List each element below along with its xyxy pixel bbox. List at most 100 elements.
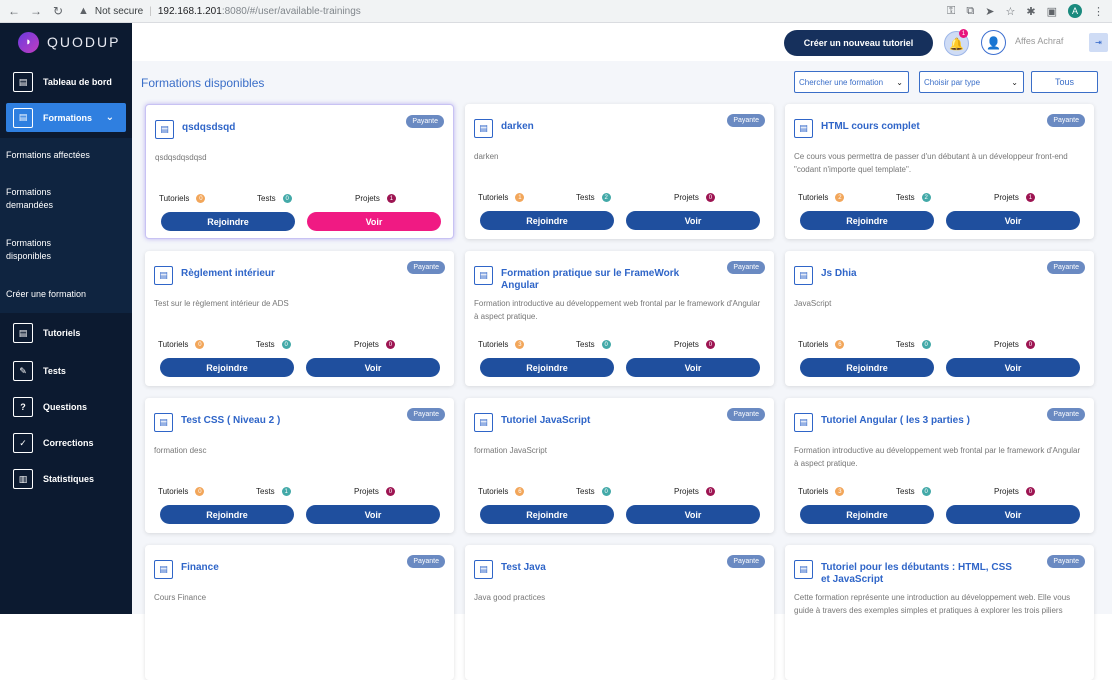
training-card[interactable]: ▤ Finance Payante Cours Finance <box>145 545 454 680</box>
join-button[interactable]: Rejoindre <box>161 212 295 231</box>
training-title[interactable]: HTML cours complet <box>821 121 1021 133</box>
join-button[interactable]: Rejoindre <box>800 358 934 377</box>
join-button[interactable]: Rejoindre <box>800 211 934 230</box>
training-title[interactable]: Test Java <box>501 562 701 574</box>
training-title[interactable]: Finance <box>181 562 381 574</box>
training-title[interactable]: Js Dhia <box>821 268 1021 280</box>
menu-icon[interactable]: ⋮ <box>1093 5 1104 18</box>
tests-stat: Tests 2 <box>576 193 611 202</box>
view-button[interactable]: Voir <box>626 358 760 377</box>
submenu-formations-disponibles[interactable]: Formations disponibles <box>0 225 76 275</box>
training-card[interactable]: ▤ Js Dhia Payante JavaScript Tutoriels 6 … <box>785 251 1094 386</box>
view-button[interactable]: Voir <box>626 211 760 230</box>
join-button[interactable]: Rejoindre <box>480 358 614 377</box>
sidebar-item-dashboard[interactable]: ▤ Tableau de bord <box>0 61 132 103</box>
training-icon: ▤ <box>794 266 813 285</box>
extensions-icon[interactable]: ✱ <box>1026 5 1035 18</box>
sidebar-item-formations[interactable]: ▤ Formations ⌄ <box>6 103 126 132</box>
tutorials-count: 6 <box>835 340 845 349</box>
training-description: formation desc <box>154 446 207 455</box>
view-button[interactable]: Voir <box>307 212 441 231</box>
projects-stat: Projets 1 <box>994 193 1035 202</box>
sidepanel-icon[interactable]: ▣ <box>1047 5 1057 18</box>
training-title[interactable]: Tutoriel pour les débutants : HTML, CSS … <box>821 562 1021 586</box>
sidebar-item-tests[interactable]: ✎ Tests <box>0 353 132 389</box>
reload-icon[interactable]: ↻ <box>52 4 64 18</box>
tests-count: 0 <box>282 194 292 203</box>
sidebar-item-corrections[interactable]: ✓ Corrections <box>0 425 132 461</box>
join-button[interactable]: Rejoindre <box>480 211 614 230</box>
join-button[interactable]: Rejoindre <box>160 358 294 377</box>
projects-stat: Projets 0 <box>674 340 715 349</box>
training-description: Cours Finance <box>154 593 207 602</box>
logo[interactable]: ◗ QUODUP <box>0 23 132 61</box>
join-button[interactable]: Rejoindre <box>480 505 614 524</box>
payante-badge: Payante <box>407 261 445 274</box>
key-icon[interactable]: ⚿ <box>947 5 955 18</box>
type-select[interactable]: Choisir par type ⌄ <box>919 71 1024 93</box>
url-text: 192.168.1.201:8080/#/user/available-trai… <box>157 5 361 17</box>
tests-stat: Tests 2 <box>896 193 931 202</box>
submenu-creer-formation[interactable]: Créer une formation <box>0 275 132 313</box>
profile-avatar[interactable]: A <box>1068 4 1082 18</box>
training-card[interactable]: ▤ Test Java Payante Java good practices <box>465 545 774 680</box>
training-card[interactable]: ▤ Tutoriel pour les débutants : HTML, CS… <box>785 545 1094 680</box>
view-button[interactable]: Voir <box>946 211 1080 230</box>
training-icon: ▤ <box>154 413 173 432</box>
projects-count: 0 <box>1025 340 1035 349</box>
user-name: Affes Achraf <box>1015 36 1064 46</box>
join-button[interactable]: Rejoindre <box>160 505 294 524</box>
view-button[interactable]: Voir <box>946 358 1080 377</box>
training-icon: ▤ <box>474 119 493 138</box>
translate-icon[interactable]: ⧉ <box>966 5 974 18</box>
tutorials-stat: Tutoriels 6 <box>798 340 845 349</box>
join-button[interactable]: Rejoindre <box>800 505 934 524</box>
training-title[interactable]: Test CSS ( Niveau 2 ) <box>181 415 381 427</box>
view-button[interactable]: Voir <box>626 505 760 524</box>
training-title[interactable]: Tutoriel JavaScript <box>501 415 701 427</box>
training-card[interactable]: ▤ HTML cours complet Payante Ce cours vo… <box>785 104 1094 239</box>
logout-button[interactable]: ⇥ <box>1089 33 1108 52</box>
training-card[interactable]: ▤ darken Payante darken Tutoriels 1 Tests… <box>465 104 774 239</box>
training-card[interactable]: ▤ Test CSS ( Niveau 2 ) Payante formatio… <box>145 398 454 533</box>
view-button[interactable]: Voir <box>946 505 1080 524</box>
training-title[interactable]: Formation pratique sur le FrameWork Angu… <box>501 268 701 292</box>
tutorials-stat: Tutoriels 3 <box>798 487 845 496</box>
user-avatar[interactable]: 👤 <box>981 30 1006 55</box>
security-label: Not secure <box>94 5 144 17</box>
view-button[interactable]: Voir <box>306 358 440 377</box>
sidebar-item-tutoriels[interactable]: ▤ Tutoriels <box>0 313 132 353</box>
training-icon: ▤ <box>794 560 813 579</box>
training-title[interactable]: darken <box>501 121 701 133</box>
tests-count: 0 <box>281 340 291 349</box>
training-card[interactable]: ▤ Tutoriel JavaScript Payante formation … <box>465 398 774 533</box>
training-title[interactable]: Tutoriel Angular ( les 3 parties ) <box>821 415 1021 427</box>
forward-icon[interactable]: → <box>30 4 42 18</box>
training-description: darken <box>474 152 499 161</box>
payante-badge: Payante <box>727 408 765 421</box>
search-formation-select[interactable]: Chercher une formation ⌄ <box>794 71 909 93</box>
training-card[interactable]: ▤ Règlement intérieur Payante Test sur l… <box>145 251 454 386</box>
submenu-formations-affectees[interactable]: Formations affectées <box>0 138 132 173</box>
training-card[interactable]: ▤ qsdqsdsqd Payante qsdqsdqsdqsd Tutorie… <box>145 104 454 239</box>
notifications-button[interactable]: 🔔 1 <box>944 29 969 56</box>
projects-stat: Projets 0 <box>354 340 395 349</box>
tests-count: 2 <box>921 193 931 202</box>
star-icon[interactable]: ☆ <box>1006 5 1016 18</box>
share-icon[interactable]: ➤ <box>985 5 994 18</box>
back-icon[interactable]: ← <box>8 4 20 18</box>
training-card[interactable]: ▤ Tutoriel Angular ( les 3 parties ) Pay… <box>785 398 1094 533</box>
view-button[interactable]: Voir <box>306 505 440 524</box>
sidebar-item-statistiques[interactable]: ▥ Statistiques <box>0 461 132 497</box>
create-tutorial-button[interactable]: Créer un nouveau tutoriel <box>784 30 933 56</box>
sidebar-item-questions[interactable]: ? Questions <box>0 389 132 425</box>
submenu-formations-demandees[interactable]: Formations demandées <box>0 173 76 225</box>
training-title[interactable]: qsdqsdsqd <box>182 122 382 134</box>
training-title[interactable]: Règlement intérieur <box>181 268 381 280</box>
all-filter-button[interactable]: Tous <box>1031 71 1098 93</box>
tests-stat: Tests 0 <box>896 487 931 496</box>
tutorials-count: 0 <box>196 194 206 203</box>
address-bar[interactable]: ▲ Not secure | 192.168.1.201:8080/#/user… <box>78 5 361 17</box>
tests-stat: Tests 0 <box>576 340 611 349</box>
training-card[interactable]: ▤ Formation pratique sur le FrameWork An… <box>465 251 774 386</box>
